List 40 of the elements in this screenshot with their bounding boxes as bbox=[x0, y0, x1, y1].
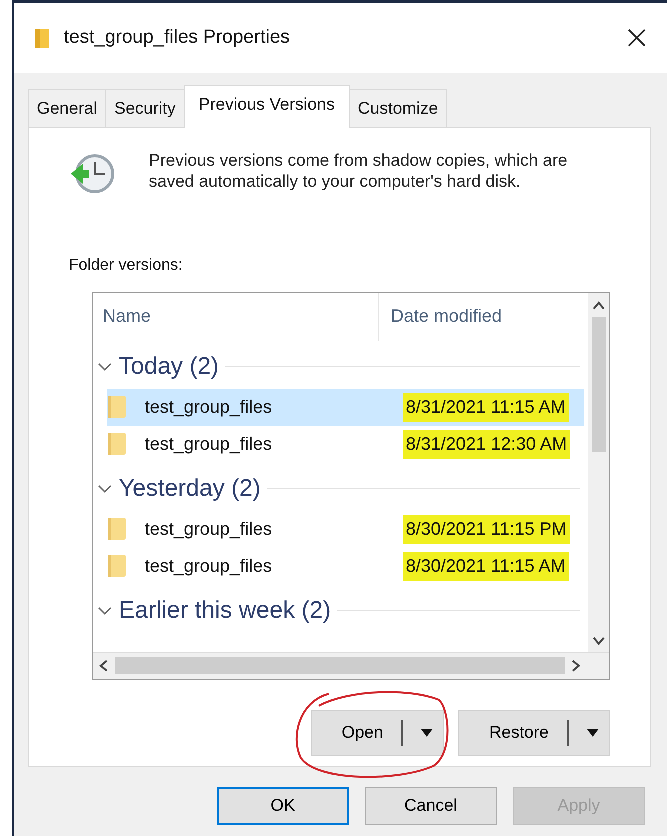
horizontal-scrollbar[interactable] bbox=[93, 652, 609, 678]
scroll-thumb[interactable] bbox=[592, 316, 606, 452]
file-row[interactable]: test_group_files 8/30/2021 11:15 PM bbox=[107, 510, 584, 548]
vertical-scrollbar[interactable] bbox=[588, 292, 609, 652]
caret-icon bbox=[421, 728, 434, 738]
file-row[interactable]: test_group_files 8/31/2021 12:30 AM bbox=[107, 426, 584, 462]
dialog-button[interactable]: Cancel bbox=[365, 786, 497, 824]
highlighted-date: 8/30/2021 11:15 PM bbox=[403, 514, 570, 544]
tab[interactable]: Previous Versions bbox=[184, 85, 350, 128]
caret-icon bbox=[587, 728, 599, 738]
file-name: test_group_files bbox=[144, 396, 274, 419]
highlighted-date: 8/31/2021 12:30 AM bbox=[403, 430, 570, 458]
folder-icon bbox=[107, 554, 127, 578]
tab[interactable]: Customize bbox=[348, 89, 448, 126]
file-name: test_group_files bbox=[144, 432, 274, 456]
group-header[interactable]: Yesterday (2) bbox=[119, 470, 261, 506]
group-header[interactable]: Today (2) bbox=[119, 348, 220, 384]
group-header[interactable]: Earlier this week (2) bbox=[119, 592, 332, 628]
highlighted-date: 8/31/2021 11:15 AM bbox=[403, 392, 569, 422]
file-row[interactable]: test_group_files 8/31/2021 11:15 AM bbox=[107, 388, 584, 426]
folder-icon bbox=[107, 517, 127, 541]
dialog-button[interactable]: OK bbox=[217, 786, 349, 824]
info-text: Previous versions come from shadow copies, which are saved automatically to your computer's hard disk. bbox=[149, 150, 569, 192]
scroll-thumb[interactable] bbox=[115, 657, 565, 674]
column-header[interactable]: Date modified bbox=[378, 292, 502, 340]
window-title: test_group_files Properties bbox=[64, 26, 292, 50]
list-label: Folder versions: bbox=[69, 256, 184, 276]
file-row[interactable]: test_group_files 8/30/2021 11:15 AM bbox=[107, 548, 584, 584]
highlighted-date: 8/30/2021 11:15 AM bbox=[403, 552, 569, 580]
scroll-up-icon[interactable] bbox=[592, 298, 606, 312]
column-header[interactable]: Name bbox=[93, 303, 378, 330]
split-button[interactable]: Open bbox=[310, 710, 444, 756]
folder-icon bbox=[34, 27, 50, 49]
close-icon bbox=[627, 28, 647, 48]
folder-icon bbox=[107, 395, 127, 419]
folder-icon bbox=[107, 432, 127, 456]
file-name: test_group_files bbox=[144, 518, 274, 541]
tab[interactable]: General bbox=[28, 89, 106, 126]
file-name: test_group_files bbox=[144, 554, 274, 578]
split-button[interactable]: Restore bbox=[458, 710, 610, 756]
